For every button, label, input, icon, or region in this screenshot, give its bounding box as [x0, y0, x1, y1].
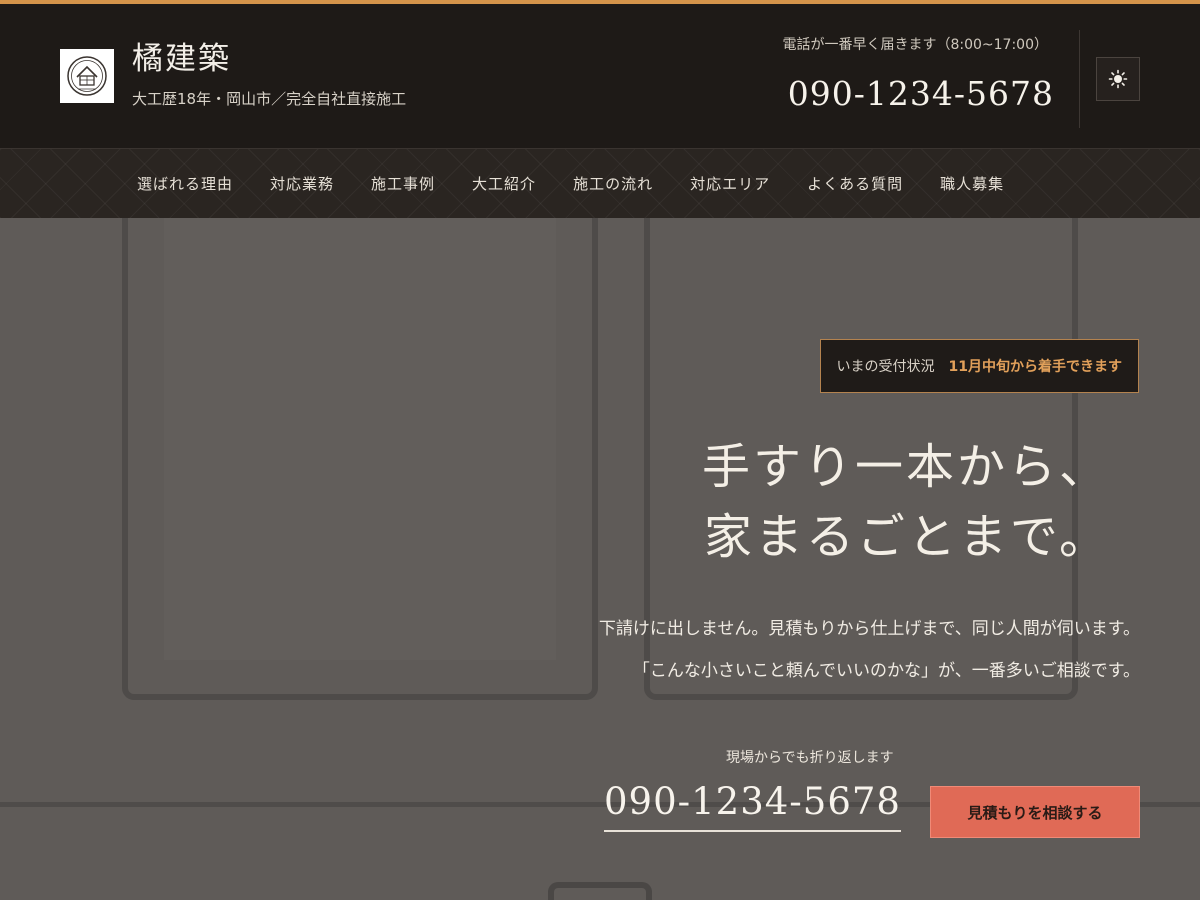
house-emblem-icon	[67, 56, 107, 96]
hero-lead-line1: 下請けに出しません。見積もりから仕上げまで、同じ人間が伺います。	[598, 619, 1140, 639]
cta-callback-note: 現場からでも折り返します	[726, 750, 894, 766]
site-header: 橘建築 大工歴18年・岡山市／完全自社直接施工 電話が一番早く届きます（8:00…	[0, 4, 1200, 148]
header-phone-link[interactable]: 090-1234-5678	[788, 72, 1054, 116]
hero-section: いまの受付状況 11月中旬から着手できます 手すり一本から、 家まるごとまで。 …	[0, 218, 1200, 900]
status-value: 11月中旬から着手できます	[948, 359, 1122, 375]
estimate-consult-button[interactable]: 見積もりを相談する	[930, 786, 1140, 838]
sun-icon	[1108, 69, 1128, 89]
header-divider	[1079, 30, 1080, 128]
hero-headline-line1: 手すり一本から、	[701, 439, 1110, 495]
nav-list: 選ばれる理由 対応業務 施工事例 大工紹介 施工の流れ 対応エリア よくある質問…	[137, 149, 1041, 219]
theme-toggle-button[interactable]	[1096, 57, 1140, 101]
nav-item-recruit[interactable]: 職人募集	[940, 174, 1004, 194]
nav-item-flow[interactable]: 施工の流れ	[573, 174, 653, 194]
nav-item-faq[interactable]: よくある質問	[807, 174, 903, 194]
phone-hours-note: 電話が一番早く届きます（8:00~17:00）	[782, 37, 1048, 53]
nav-item-services[interactable]: 対応業務	[270, 174, 334, 194]
hero-lead-line2: 「こんな小さいこと頼んでいいのかな」が、一番多いご相談です。	[632, 661, 1140, 681]
site-title[interactable]: 橘建築	[132, 40, 231, 78]
status-label: いまの受付状況	[836, 359, 935, 375]
site-logo[interactable]	[60, 49, 114, 103]
cta-phone-link[interactable]: 090-1234-5678	[604, 778, 901, 832]
hero-headline-line2: 家まるごとまで。	[703, 509, 1110, 565]
hero-bg-panel-left-inner	[164, 218, 556, 660]
hero-lead: 下請けに出しません。見積もりから仕上げまで、同じ人間が伺います。 「こんな小さい…	[599, 608, 1140, 692]
nav-item-area[interactable]: 対応エリア	[690, 174, 770, 194]
nav-item-carpenter[interactable]: 大工紹介	[472, 174, 536, 194]
availability-status-badge: いまの受付状況 11月中旬から着手できます	[819, 339, 1139, 393]
main-nav: 選ばれる理由 対応業務 施工事例 大工紹介 施工の流れ 対応エリア よくある質問…	[0, 148, 1200, 218]
nav-item-reasons[interactable]: 選ばれる理由	[137, 174, 233, 194]
nav-item-works[interactable]: 施工事例	[371, 174, 435, 194]
hero-bg-bottom-shape	[548, 882, 652, 900]
hero-headline: 手すり一本から、 家まるごとまで。	[702, 432, 1110, 572]
site-tagline: 大工歴18年・岡山市／完全自社直接施工	[132, 90, 407, 108]
